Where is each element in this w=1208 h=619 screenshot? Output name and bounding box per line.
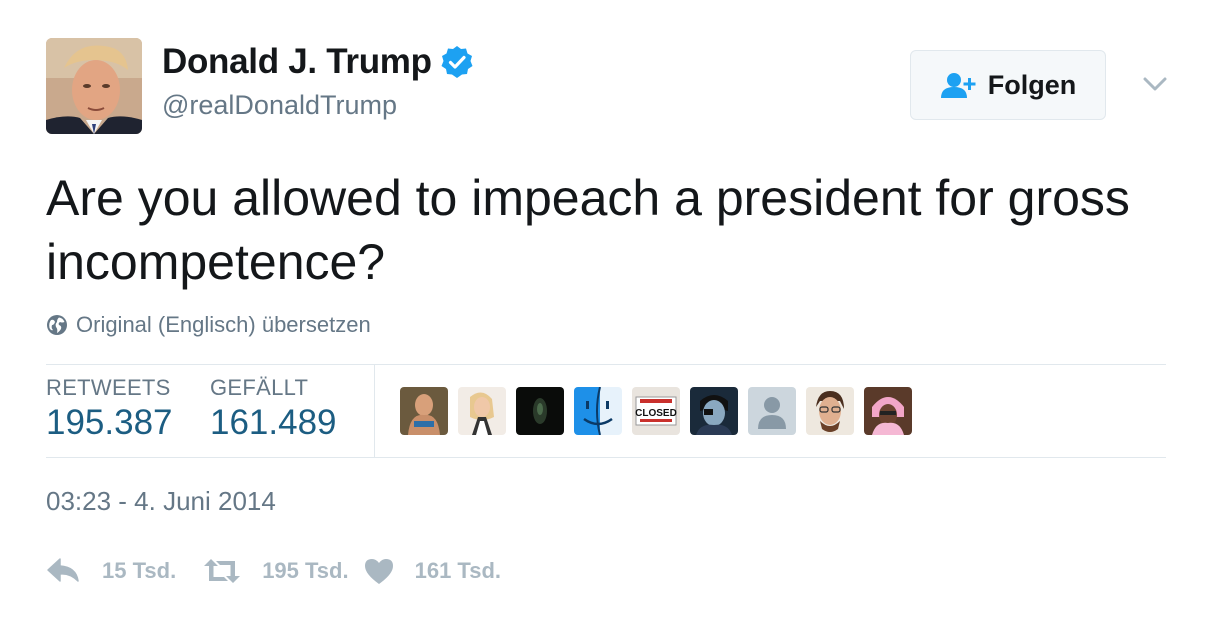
heart-icon — [363, 557, 395, 585]
globe-icon — [46, 314, 68, 336]
closed-sign-text: CLOSED — [635, 408, 677, 419]
tweet-text: Are you allowed to impeach a president f… — [46, 170, 1130, 290]
liker-avatars: CLOSED — [400, 387, 922, 435]
author-handle[interactable]: @realDonaldTrump — [162, 90, 397, 121]
retweets-stat[interactable]: RETWEETS 195.387 — [46, 375, 173, 443]
author-name-text: Donald J. Trump — [162, 42, 432, 81]
more-options-chevron-down-icon[interactable] — [1140, 72, 1170, 96]
liker-avatar-1[interactable] — [400, 387, 448, 435]
liker-avatar-3[interactable] — [516, 387, 564, 435]
liker-avatar-4[interactable] — [574, 387, 622, 435]
liker-avatar-5-closed-sign[interactable]: CLOSED — [632, 387, 680, 435]
follow-person-plus-icon — [940, 72, 978, 98]
retweet-action[interactable]: 195 Tsd. — [202, 557, 349, 585]
retweets-value: 195.387 — [46, 403, 173, 442]
translate-label: Original (Englisch) übersetzen — [76, 312, 371, 337]
reply-action[interactable]: 15 Tsd. — [46, 557, 176, 585]
author-avatar[interactable] — [46, 38, 142, 134]
tweet-card: Donald J. Trump @realDonaldTrump Folgen … — [0, 0, 1208, 619]
likes-label: GEFÄLLT — [210, 375, 309, 400]
verified-badge-icon — [440, 45, 474, 79]
follow-button[interactable]: Folgen — [910, 50, 1106, 120]
reply-count: 15 Tsd. — [102, 558, 177, 583]
liker-avatar-9[interactable] — [864, 387, 912, 435]
like-count: 161 Tsd. — [414, 558, 502, 583]
translate-link[interactable]: Original (Englisch) übersetzen — [46, 312, 371, 338]
reply-icon — [46, 557, 82, 585]
stats-separator — [374, 365, 375, 457]
liker-avatar-8[interactable] — [806, 387, 854, 435]
retweet-count: 195 Tsd. — [262, 558, 349, 583]
tweet-timestamp[interactable]: 03:23 - 4. Juni 2014 — [46, 486, 276, 517]
liker-avatar-6[interactable] — [690, 387, 738, 435]
liker-avatar-7-default[interactable] — [748, 387, 796, 435]
tweet-actions: 15 Tsd. 195 Tsd. 161 Tsd. — [46, 552, 501, 590]
stats-row: RETWEETS 195.387 GEFÄLLT 161.489 CLOSED — [46, 365, 1166, 457]
follow-button-label: Folgen — [987, 69, 1077, 100]
retweet-icon — [202, 557, 242, 585]
likes-stat[interactable]: GEFÄLLT 161.489 — [210, 375, 337, 443]
like-action[interactable]: 161 Tsd. — [363, 557, 501, 585]
likes-value: 161.489 — [210, 403, 337, 442]
author-name[interactable]: Donald J. Trump — [162, 42, 474, 82]
liker-avatar-2[interactable] — [458, 387, 506, 435]
stats-divider-bottom — [46, 457, 1166, 458]
retweets-label: RETWEETS — [46, 375, 171, 400]
